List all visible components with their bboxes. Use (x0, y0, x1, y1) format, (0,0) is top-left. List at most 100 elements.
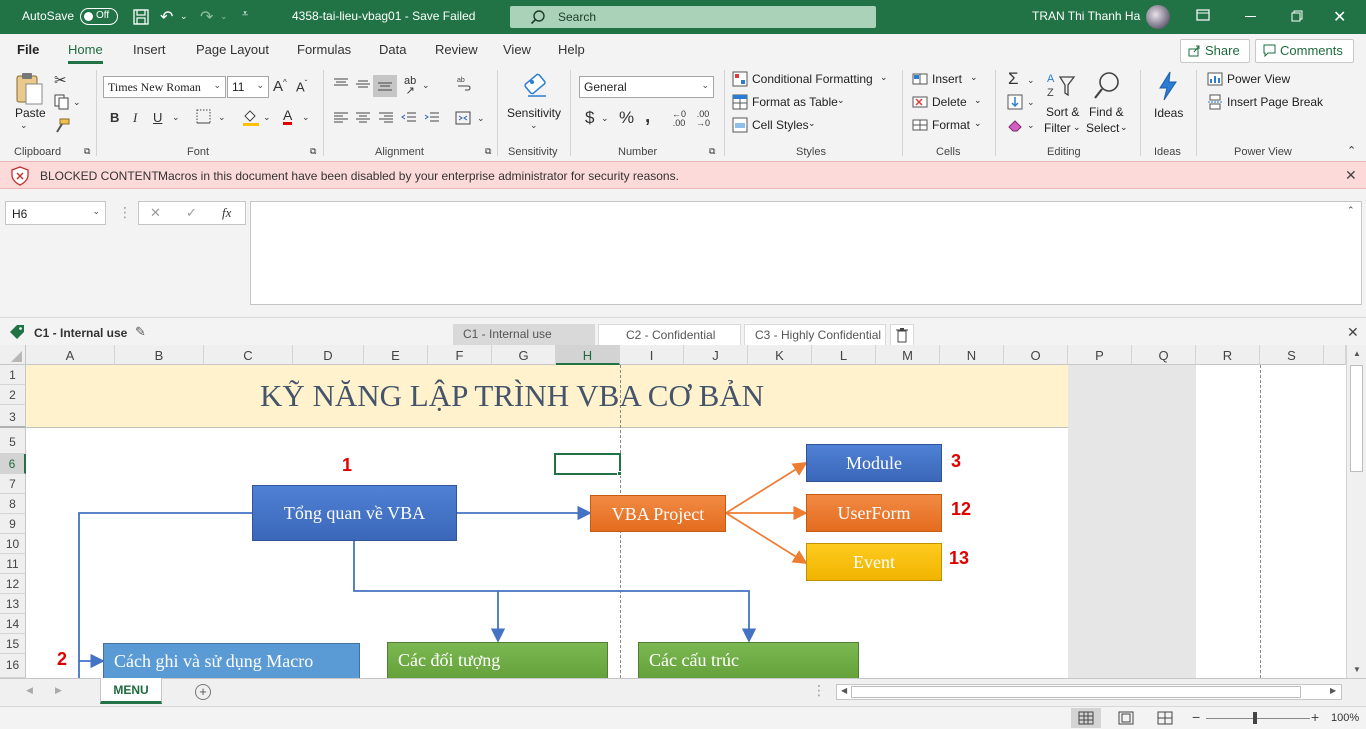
borders-icon[interactable] (196, 109, 211, 124)
copy-dropdown-icon[interactable]: ⌄ (73, 97, 81, 108)
expand-formula-icon[interactable]: ⌃ (1347, 205, 1355, 216)
tab-help[interactable]: Help (558, 42, 585, 57)
number-format-select[interactable]: General ⌄ (579, 76, 714, 98)
sensitivity-icon[interactable] (522, 70, 552, 104)
page-break-preview-icon[interactable] (1155, 708, 1175, 728)
format-painter-icon[interactable] (54, 118, 70, 134)
scroll-down-icon[interactable]: ▼ (1353, 665, 1361, 674)
next-sheet-icon[interactable]: ▶ (55, 685, 62, 696)
number-launcher-icon[interactable]: ⧉ (709, 146, 715, 157)
prev-sheet-icon[interactable]: ◀ (26, 685, 33, 696)
paste-dropdown-icon[interactable]: ⌄ (20, 120, 28, 131)
wrap-text-icon[interactable]: ab (456, 75, 472, 91)
font-size-select[interactable]: 11 ⌄ (227, 76, 269, 98)
ideas-icon[interactable] (1154, 70, 1182, 102)
fill-color-icon[interactable] (242, 108, 260, 126)
scroll-right-icon[interactable]: ▶ (1330, 686, 1336, 695)
tab-view[interactable]: View (503, 42, 531, 57)
name-box[interactable]: H6 ⌄ (5, 201, 106, 225)
undo-icon[interactable]: ↶ (160, 7, 173, 27)
cut-icon[interactable]: ✂ (54, 71, 67, 89)
search-box[interactable]: Search (510, 6, 876, 28)
zoom-slider-thumb[interactable] (1253, 712, 1257, 724)
increase-indent-icon[interactable] (424, 111, 440, 125)
close-icon[interactable]: ✕ (1333, 7, 1346, 27)
save-icon[interactable] (132, 8, 150, 26)
underline-icon[interactable]: U (153, 110, 162, 125)
increase-font-icon[interactable]: A^ (273, 78, 287, 95)
sort-filter-icon[interactable]: AZ (1046, 71, 1076, 101)
decrease-indent-icon[interactable] (401, 111, 417, 125)
sensitivity-dropdown-icon[interactable]: ⌄ (530, 120, 538, 131)
align-top-icon[interactable] (333, 77, 349, 91)
tab-formulas[interactable]: Formulas (297, 42, 351, 57)
scroll-thumb[interactable] (1350, 365, 1363, 472)
add-sheet-icon[interactable]: + (195, 684, 211, 700)
zoom-out-icon[interactable]: − (1192, 709, 1200, 725)
italic-icon[interactable]: I (133, 110, 137, 126)
paste-icon[interactable] (14, 72, 44, 106)
copy-icon[interactable] (54, 94, 70, 110)
normal-view-button[interactable] (1071, 708, 1101, 728)
zoom-slider[interactable] (1206, 718, 1310, 719)
clear-icon[interactable] (1007, 117, 1023, 133)
tab-review[interactable]: Review (435, 42, 478, 57)
sheet-tab-menu[interactable]: MENU (100, 678, 162, 704)
redo-icon[interactable]: ↷ (200, 7, 213, 27)
font-color-icon[interactable]: A (283, 108, 293, 125)
scroll-thumb[interactable] (851, 686, 1301, 698)
decrease-font-icon[interactable]: Aˇ (296, 79, 307, 94)
fill-dropdown-icon[interactable]: ⌄ (1027, 97, 1035, 108)
insert-function-icon[interactable]: fx (222, 205, 231, 221)
minimize-icon[interactable] (1245, 16, 1256, 17)
tab-insert[interactable]: Insert (133, 42, 166, 57)
restore-icon[interactable] (1291, 10, 1303, 22)
zoom-in-icon[interactable]: + (1311, 709, 1319, 725)
fill-color-dropdown-icon[interactable]: ⌄ (263, 112, 271, 123)
align-left-icon[interactable] (333, 111, 349, 125)
enter-icon[interactable]: ✓ (186, 205, 197, 221)
collapse-ribbon-icon[interactable]: ⌃ (1347, 144, 1356, 157)
customize-qat-icon[interactable]: ⩡ (242, 8, 248, 21)
autosum-dropdown-icon[interactable]: ⌄ (1027, 75, 1035, 86)
orientation-icon[interactable]: ab ↗ (404, 76, 416, 97)
tab-home[interactable]: Home (68, 42, 103, 64)
font-color-dropdown-icon[interactable]: ⌄ (302, 112, 310, 123)
percent-icon[interactable]: % (619, 108, 634, 128)
trash-icon[interactable] (890, 324, 914, 346)
ribbon-display-icon[interactable] (1196, 9, 1210, 21)
page-layout-view-icon[interactable] (1116, 708, 1136, 728)
sensitivity-option-c1[interactable]: C1 - Internal use (453, 324, 595, 346)
share-button[interactable]: Share (1180, 39, 1250, 63)
user-avatar[interactable] (1146, 5, 1170, 29)
comma-style-icon[interactable]: , (645, 106, 650, 128)
font-name-select[interactable]: Times New Roman ⌄ (103, 76, 226, 98)
bold-icon[interactable]: B (110, 110, 119, 125)
tab-data[interactable]: Data (379, 42, 406, 57)
merge-dropdown-icon[interactable]: ⌄ (477, 113, 485, 124)
undo-dropdown-icon[interactable]: ⌄ (180, 11, 188, 22)
tab-page-layout[interactable]: Page Layout (196, 42, 269, 57)
formula-input[interactable] (250, 201, 1362, 305)
clear-dropdown-icon[interactable]: ⌄ (1027, 120, 1035, 131)
fill-icon[interactable] (1007, 94, 1023, 110)
align-bottom-icon[interactable] (373, 75, 397, 97)
increase-decimal-icon[interactable]: ←0.00 (672, 110, 686, 128)
currency-dropdown-icon[interactable]: ⌄ (601, 113, 609, 124)
comments-button[interactable]: Comments (1255, 39, 1354, 63)
orientation-dropdown-icon[interactable]: ⌄ (422, 80, 430, 91)
merge-center-icon[interactable] (455, 110, 471, 126)
clipboard-launcher-icon[interactable]: ⧉ (84, 146, 90, 157)
sensitivity-option-c3[interactable]: C3 - Highly Confidential (744, 324, 886, 346)
align-right-icon[interactable] (378, 111, 394, 125)
sensitivity-option-c2[interactable]: C2 - Confidential (598, 324, 741, 346)
align-middle-icon[interactable] (355, 77, 371, 91)
close-icon[interactable]: ✕ (1347, 324, 1359, 341)
horizontal-scrollbar[interactable]: ◀ ▶ (836, 684, 1342, 700)
borders-dropdown-icon[interactable]: ⌄ (218, 112, 226, 123)
font-launcher-icon[interactable]: ⧉ (310, 146, 316, 157)
vertical-scrollbar[interactable]: ▲ ▼ (1346, 345, 1366, 678)
scroll-up-icon[interactable]: ▲ (1353, 349, 1361, 358)
zoom-level[interactable]: 100% (1331, 712, 1359, 724)
currency-icon[interactable]: $ (585, 108, 594, 128)
